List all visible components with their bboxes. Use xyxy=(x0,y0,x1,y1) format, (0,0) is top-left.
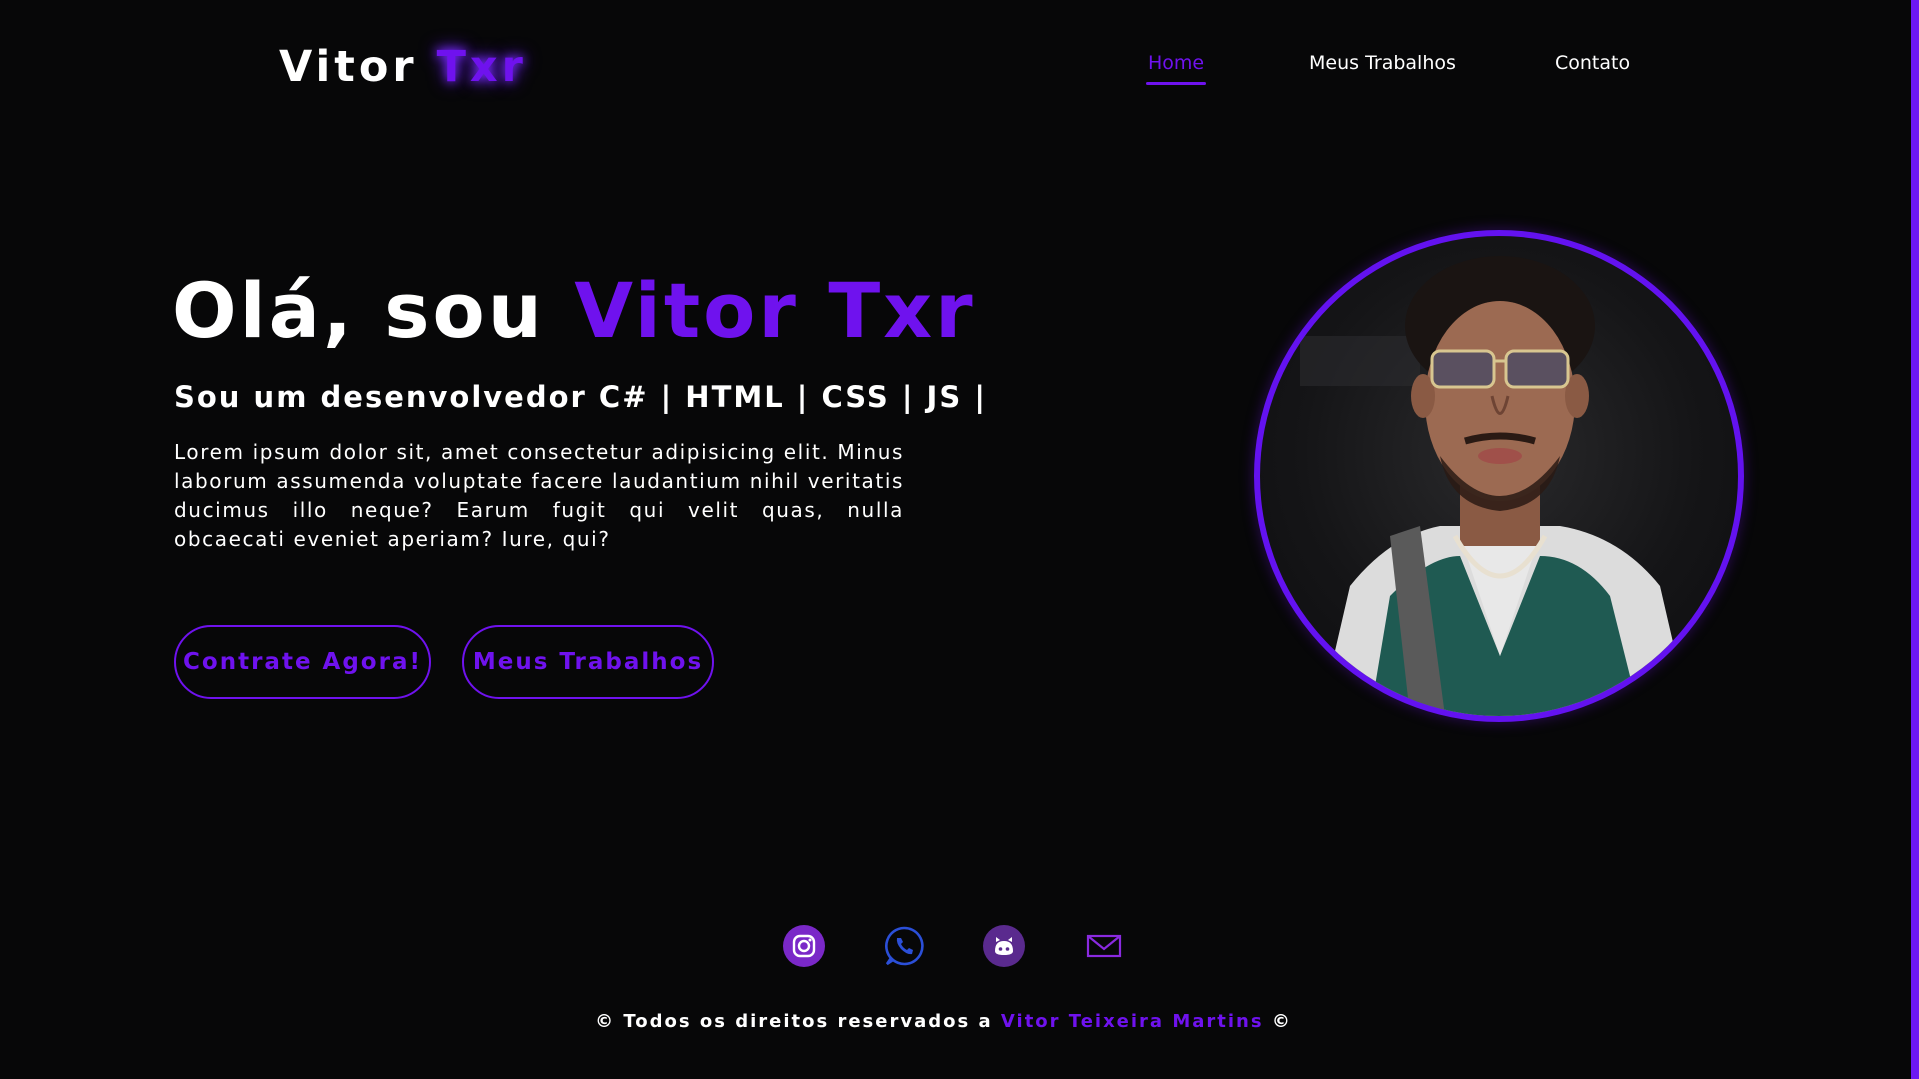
hero-description: Lorem ipsum dolor sit, amet consectetur … xyxy=(174,440,904,551)
footer-copyright: © Todos os direitos reservados a xyxy=(595,1011,993,1032)
my-works-button[interactable]: Meus Trabalhos xyxy=(462,625,714,699)
whatsapp-icon[interactable] xyxy=(883,925,925,967)
hero-title-prefix: Olá, sou xyxy=(172,266,545,355)
instagram-icon[interactable] xyxy=(783,925,825,967)
nav-active-indicator xyxy=(1146,82,1206,85)
hero-title-name: Vitor Txr xyxy=(574,266,976,355)
profile-photo-illustration xyxy=(1300,256,1690,716)
logo[interactable]: Vitor Txr xyxy=(279,42,527,92)
github-icon[interactable] xyxy=(983,925,1025,967)
footer-author[interactable]: Vitor Teixeira Martins xyxy=(1001,1011,1264,1032)
nav-meus-trabalhos[interactable]: Meus Trabalhos xyxy=(1309,52,1456,74)
hero-title: Olá, sou Vitor Txr xyxy=(172,266,976,355)
email-icon[interactable] xyxy=(1083,925,1125,967)
scrollbar[interactable] xyxy=(1911,0,1919,1079)
footer: © Todos os direitos reservados a Vitor T… xyxy=(0,1011,1887,1032)
hire-now-button[interactable]: Contrate Agora! xyxy=(174,625,431,699)
hero-subtitle: Sou um desenvolvedor C# | HTML | CSS | J… xyxy=(174,380,987,414)
logo-name: Vitor xyxy=(279,42,418,92)
footer-copyright-symbol: © xyxy=(1271,1011,1292,1032)
logo-accent: Txr xyxy=(436,42,527,92)
page: Vitor Txr Home Meus Trabalhos Contato Ol… xyxy=(0,0,1919,1079)
nav-contato[interactable]: Contato xyxy=(1555,52,1630,74)
profile-photo xyxy=(1254,230,1744,722)
nav-home[interactable]: Home xyxy=(1148,52,1204,74)
